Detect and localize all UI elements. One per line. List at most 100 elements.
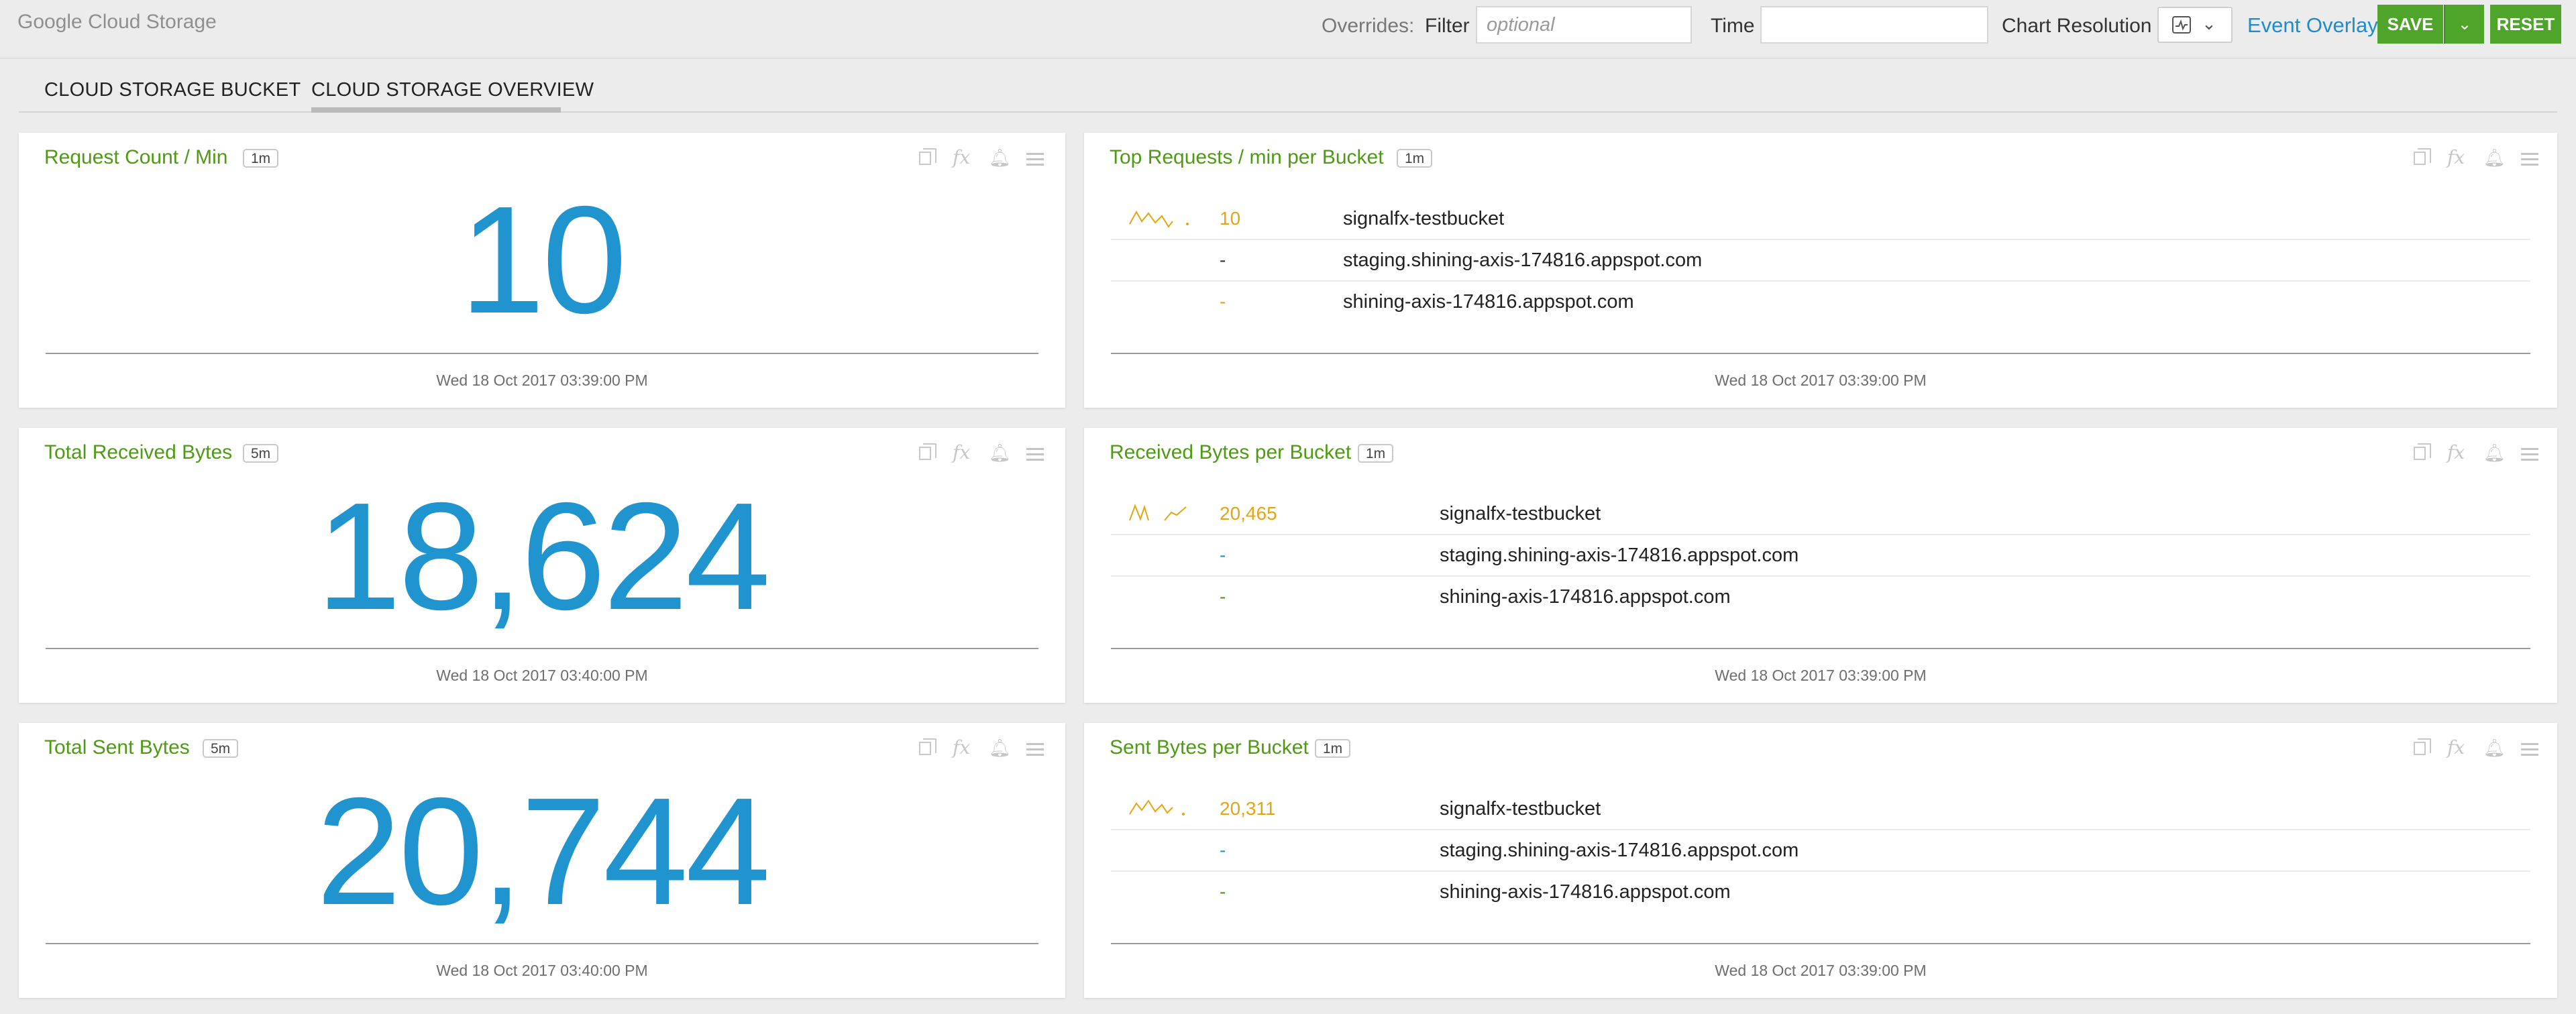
panel-timestamp: Wed 18 Oct 2017 03:39:00 PM (1715, 667, 1927, 684)
copy-icon[interactable] (919, 443, 936, 460)
row-value: 20,311 (1220, 798, 1276, 819)
bell-icon[interactable]: 🔔︎ (2483, 443, 2506, 463)
resolution-badge: 5m (243, 444, 279, 463)
menu-icon[interactable] (2521, 743, 2538, 759)
panel-title[interactable]: Sent Bytes per Bucket (1110, 736, 1309, 759)
line-chart-icon (2172, 16, 2191, 34)
panel-divider (1111, 648, 2530, 649)
single-value: 20,744 (316, 767, 770, 937)
fx-icon[interactable]: fx (953, 441, 970, 463)
bucket-name[interactable]: shining-axis-174816.appspot.com (1440, 881, 1731, 903)
menu-icon[interactable] (1026, 448, 1044, 464)
menu-icon[interactable] (1026, 153, 1044, 169)
fx-icon[interactable]: fx (2447, 146, 2465, 168)
copy-icon[interactable] (919, 738, 936, 755)
copy-icon[interactable] (2414, 738, 2431, 755)
panel-divider (46, 648, 1038, 649)
fx-icon[interactable]: fx (2447, 736, 2465, 758)
bell-icon[interactable]: 🔔︎ (989, 148, 1011, 168)
row-value: 10 (1220, 208, 1241, 229)
filter-input[interactable] (1476, 6, 1692, 44)
panel-title[interactable]: Received Bytes per Bucket (1110, 441, 1351, 464)
chart-panel-sent-bytes-per-bucket[interactable]: Sent Bytes per Bucket 1m fx 🔔︎ 20,311 si… (1084, 723, 2557, 998)
copy-icon[interactable] (2414, 443, 2431, 460)
panel-timestamp: Wed 18 Oct 2017 03:39:00 PM (1715, 962, 1927, 979)
fx-icon[interactable]: fx (953, 736, 970, 758)
panel-timestamp: Wed 18 Oct 2017 03:40:00 PM (436, 962, 648, 979)
list-item[interactable]: 10 signalfx-testbucket (1111, 197, 2530, 240)
overrides-label: Overrides: (1322, 15, 1415, 37)
copy-icon[interactable] (2414, 148, 2431, 165)
list-item[interactable]: - staging.shining-axis-174816.appspot.co… (1111, 534, 2530, 577)
filter-label: Filter (1425, 15, 1470, 37)
tab-cloud-storage-bucket[interactable]: CLOUD STORAGE BUCKET (44, 79, 301, 101)
resolution-badge: 1m (1315, 739, 1351, 758)
fx-icon[interactable]: fx (2447, 441, 2465, 463)
menu-icon[interactable] (2521, 448, 2538, 464)
copy-icon[interactable] (919, 148, 936, 165)
bell-icon[interactable]: 🔔︎ (2483, 148, 2506, 168)
panel-title[interactable]: Total Sent Bytes (44, 736, 190, 759)
sparkline-icon (1129, 799, 1185, 815)
reset-button[interactable]: RESET (2490, 5, 2561, 44)
menu-icon[interactable] (1026, 743, 1044, 759)
bucket-name[interactable]: shining-axis-174816.appspot.com (1440, 586, 1731, 608)
list-item[interactable]: - staging.shining-axis-174816.appspot.co… (1111, 239, 2530, 282)
bell-icon[interactable]: 🔔︎ (2483, 738, 2506, 758)
chart-panel-request-count[interactable]: Request Count / Min 1m fx 🔔︎ 10 Wed 18 O… (19, 133, 1065, 408)
chart-panel-total-received-bytes[interactable]: Total Received Bytes 5m fx 🔔︎ 18,624 Wed… (19, 428, 1065, 703)
bell-icon[interactable]: 🔔︎ (989, 738, 1011, 758)
chart-panel-top-requests[interactable]: Top Requests / min per Bucket 1m fx 🔔︎ 1… (1084, 133, 2557, 408)
time-input[interactable] (1760, 6, 1988, 44)
resolution-badge: 1m (1397, 149, 1433, 168)
chart-resolution-select[interactable]: ⌄ (2157, 7, 2233, 43)
bell-icon[interactable]: 🔔︎ (989, 443, 1011, 463)
resolution-badge: 5m (203, 739, 239, 758)
menu-icon[interactable] (2521, 153, 2538, 169)
row-value: - (1220, 881, 1226, 902)
panel-timestamp: Wed 18 Oct 2017 03:40:00 PM (436, 667, 648, 684)
event-overlay-link[interactable]: Event Overlay (2247, 13, 2378, 38)
chart-panel-received-bytes-per-bucket[interactable]: Received Bytes per Bucket 1m fx 🔔︎ 20,46… (1084, 428, 2557, 703)
row-value: - (1220, 545, 1226, 565)
bucket-name[interactable]: signalfx-testbucket (1440, 503, 1601, 525)
row-value: - (1220, 291, 1226, 312)
panel-timestamp: Wed 18 Oct 2017 03:39:00 PM (436, 372, 648, 389)
resolution-badge: 1m (243, 149, 279, 168)
tab-cloud-storage-overview[interactable]: CLOUD STORAGE OVERVIEW (311, 79, 594, 101)
chevron-down-icon: ⌄ (2457, 15, 2472, 34)
bucket-name[interactable]: shining-axis-174816.appspot.com (1343, 291, 1634, 313)
list-item[interactable]: - shining-axis-174816.appspot.com (1111, 870, 2530, 912)
row-value: 20,465 (1220, 503, 1277, 524)
bucket-name[interactable]: staging.shining-axis-174816.appspot.com (1440, 840, 1799, 862)
fx-icon[interactable]: fx (953, 146, 970, 168)
bucket-name[interactable]: staging.shining-axis-174816.appspot.com (1343, 249, 1702, 272)
panel-divider (1111, 353, 2530, 354)
panel-divider (1111, 943, 2530, 944)
resolution-badge: 1m (1358, 444, 1394, 463)
chart-panel-total-sent-bytes[interactable]: Total Sent Bytes 5m fx 🔔︎ 20,744 Wed 18 … (19, 723, 1065, 998)
list-item[interactable]: - staging.shining-axis-174816.appspot.co… (1111, 829, 2530, 872)
save-options-button[interactable]: ⌄ (2444, 5, 2484, 44)
list-item[interactable]: - shining-axis-174816.appspot.com (1111, 575, 2530, 617)
bucket-name[interactable]: signalfx-testbucket (1343, 208, 1504, 230)
list-item[interactable]: 20,311 signalfx-testbucket (1111, 787, 2530, 830)
panel-divider (46, 943, 1038, 944)
panel-divider (46, 353, 1038, 354)
list-item[interactable]: 20,465 signalfx-testbucket (1111, 492, 2530, 535)
bucket-name[interactable]: staging.shining-axis-174816.appspot.com (1440, 545, 1799, 567)
sparkline-icon (1129, 504, 1187, 521)
dashboard-group-title[interactable]: Google Cloud Storage (17, 11, 217, 34)
panel-title[interactable]: Total Received Bytes (44, 441, 232, 464)
active-tab-indicator (311, 107, 561, 113)
bucket-name[interactable]: signalfx-testbucket (1440, 798, 1601, 820)
row-value: - (1220, 249, 1226, 270)
single-value: 10 (460, 175, 627, 345)
row-value: - (1220, 840, 1226, 860)
list-item[interactable]: - shining-axis-174816.appspot.com (1111, 280, 2530, 322)
panel-title[interactable]: Top Requests / min per Bucket (1110, 146, 1384, 169)
save-button[interactable]: SAVE (2377, 5, 2443, 44)
time-label: Time (1711, 15, 1755, 37)
chart-resolution-label: Chart Resolution (2002, 15, 2152, 37)
panel-title[interactable]: Request Count / Min (44, 146, 227, 169)
